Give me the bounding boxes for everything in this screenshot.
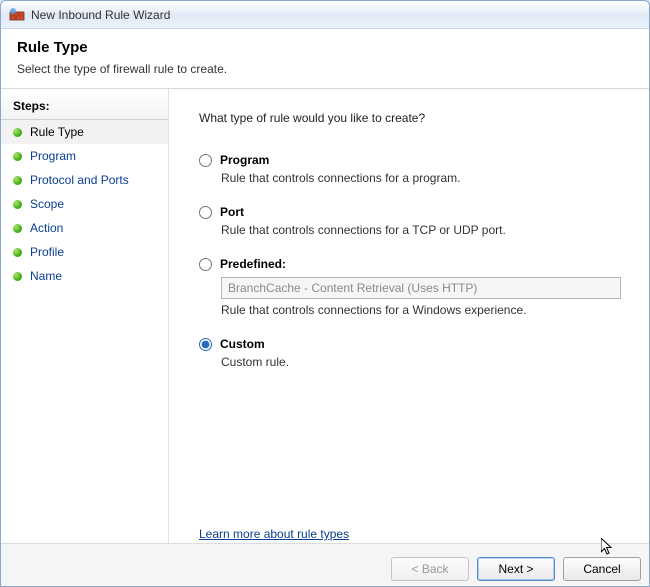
cancel-button[interactable]: Cancel [563,557,641,581]
radio-port[interactable] [199,206,212,219]
page-heading: Rule Type [17,39,633,56]
step-profile[interactable]: Profile [1,240,168,264]
step-action[interactable]: Action [1,216,168,240]
step-program[interactable]: Program [1,144,168,168]
bullet-icon [13,128,22,137]
step-rule-type[interactable]: Rule Type [1,120,168,144]
step-name[interactable]: Name [1,264,168,288]
radio-program[interactable] [199,154,212,167]
option-label: Custom [220,337,265,351]
firewall-icon [9,7,25,23]
bullet-icon [13,272,22,281]
window-title: New Inbound Rule Wizard [31,8,170,22]
step-protocol-ports[interactable]: Protocol and Ports [1,168,168,192]
option-desc: Rule that controls connections for a pro… [221,171,621,185]
learn-more-link[interactable]: Learn more about rule types [199,527,349,541]
step-label: Name [30,269,62,283]
step-label: Profile [30,245,64,259]
wizard-header: Rule Type Select the type of firewall ru… [1,29,649,89]
option-label: Predefined: [220,257,286,271]
option-program: Program Rule that controls connections f… [199,153,621,185]
content-pane: What type of rule would you like to crea… [169,89,649,543]
step-label: Protocol and Ports [30,173,129,187]
bullet-icon [13,152,22,161]
step-label: Action [30,221,63,235]
radio-custom[interactable] [199,338,212,351]
wizard-window: New Inbound Rule Wizard Rule Type Select… [0,0,650,587]
bullet-icon [13,224,22,233]
steps-heading: Steps: [1,95,168,120]
step-scope[interactable]: Scope [1,192,168,216]
predefined-combobox[interactable]: BranchCache - Content Retrieval (Uses HT… [221,277,621,299]
option-predefined: Predefined: BranchCache - Content Retrie… [199,257,621,317]
option-label: Port [220,205,244,219]
option-label: Program [220,153,269,167]
next-button[interactable]: Next > [477,557,555,581]
question-text: What type of rule would you like to crea… [199,111,621,125]
option-desc: Rule that controls connections for a Win… [221,303,621,317]
option-port: Port Rule that controls connections for … [199,205,621,237]
main-area: Steps: Rule Type Program Protocol and Po… [1,89,649,543]
option-custom: Custom Custom rule. [199,337,621,369]
option-desc: Rule that controls connections for a TCP… [221,223,621,237]
step-label: Rule Type [30,125,84,139]
step-label: Program [30,149,76,163]
bullet-icon [13,200,22,209]
steps-sidebar: Steps: Rule Type Program Protocol and Po… [1,89,169,543]
page-subtitle: Select the type of firewall rule to crea… [17,62,633,76]
step-label: Scope [30,197,64,211]
back-button: < Back [391,557,469,581]
bullet-icon [13,176,22,185]
titlebar[interactable]: New Inbound Rule Wizard [1,1,649,29]
combobox-value: BranchCache - Content Retrieval (Uses HT… [228,281,477,295]
button-bar: < Back Next > Cancel [1,543,649,587]
radio-predefined[interactable] [199,258,212,271]
option-desc: Custom rule. [221,355,621,369]
bullet-icon [13,248,22,257]
